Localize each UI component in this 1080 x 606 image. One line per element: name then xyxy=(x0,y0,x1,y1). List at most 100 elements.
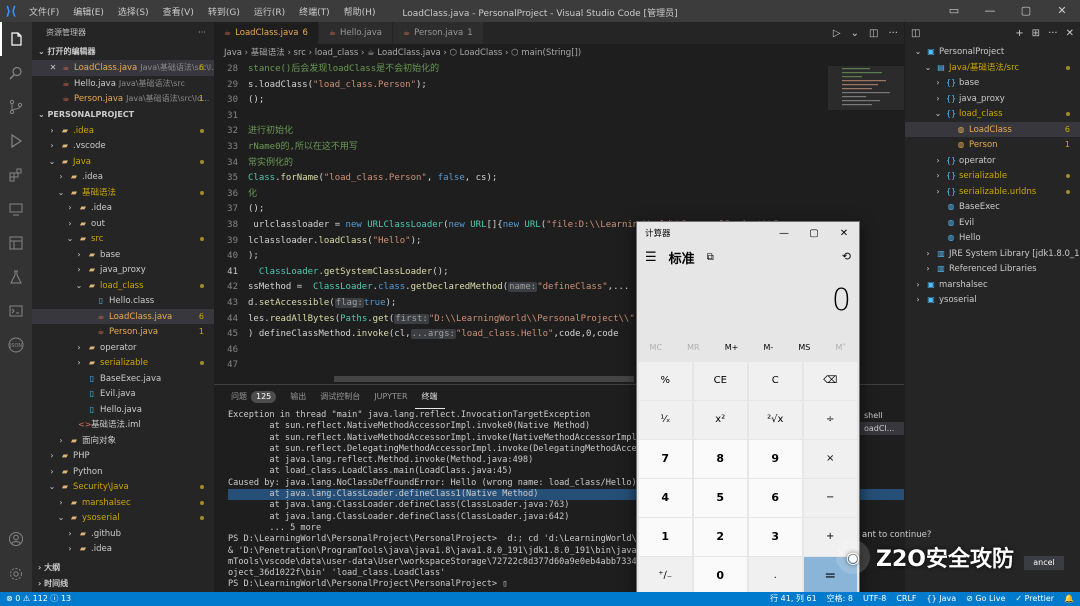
tree-item[interactable]: › ▰ operator xyxy=(32,340,214,356)
key-backspace-button[interactable]: ⌫ xyxy=(803,362,857,400)
menu-item[interactable]: 文件(F) xyxy=(22,5,66,18)
tree-item[interactable]: ⌄ ▰ Java xyxy=(32,154,214,170)
menu-item[interactable]: 选择(S) xyxy=(111,5,156,18)
status-item[interactable]: ✓ Prettier xyxy=(1015,592,1054,606)
code-line[interactable]: 30 (); xyxy=(214,93,904,109)
panel-tab[interactable]: 终端 xyxy=(414,385,445,409)
key-6-button[interactable]: 6 xyxy=(748,479,802,517)
status-item[interactable]: ⊘ Go Live xyxy=(966,592,1005,606)
code-line[interactable]: 28 stance()后会发现loadClass是不会初始化的 xyxy=(214,62,904,78)
project-tree-item[interactable]: ◍ BaseExec xyxy=(905,199,1080,215)
project-tree-item[interactable]: › {} operator xyxy=(905,153,1080,169)
key-9-button[interactable]: 9 xyxy=(748,440,802,478)
key-negate-button[interactable]: ⁺∕₋ xyxy=(638,557,692,595)
tree-item[interactable]: ⌄ ▰ ysoserial xyxy=(32,510,214,526)
close-icon[interactable]: ✕ xyxy=(48,60,58,76)
timeline-header[interactable]: › 时间线 xyxy=(32,576,214,592)
tree-item[interactable]: ▯ BaseExec.java xyxy=(32,371,214,387)
tree-item[interactable]: › ▰ .idea xyxy=(32,200,214,216)
panel-close-icon[interactable]: ✕ xyxy=(1066,28,1074,39)
panel-tab[interactable]: 调试控制台 xyxy=(313,385,367,409)
key-subtract-button[interactable]: − xyxy=(803,479,857,517)
terminal-list-item[interactable]: shell xyxy=(858,409,904,422)
project-tree-item[interactable]: › {} serializable xyxy=(905,168,1080,184)
terminal-view-icon[interactable] xyxy=(0,294,32,328)
outline-header[interactable]: › 大纲 xyxy=(32,560,214,576)
settings-gear-icon[interactable] xyxy=(0,557,32,591)
cancel-button[interactable]: ancel xyxy=(1024,556,1064,570)
tree-item[interactable]: <>基础语法.iml xyxy=(32,417,214,433)
key-5-button[interactable]: 5 xyxy=(693,479,747,517)
code-line[interactable]: 34 常实例化的 xyxy=(214,156,904,172)
more-actions-icon[interactable]: ··· xyxy=(198,22,206,44)
tree-item[interactable]: › ▰ .github xyxy=(32,526,214,542)
status-item[interactable]: 行 41, 列 61 xyxy=(770,592,817,606)
key-decimal-button[interactable]: . xyxy=(748,557,802,595)
key-3-button[interactable]: 3 xyxy=(748,518,802,556)
layout-icon[interactable]: ⊞ xyxy=(1032,28,1040,39)
memory-mc-button[interactable]: MC xyxy=(650,343,663,352)
extensions-icon[interactable] xyxy=(0,158,32,192)
project-tree-item[interactable]: ◍ Person 1 xyxy=(905,137,1080,153)
key-multiply-button[interactable]: × xyxy=(803,440,857,478)
key-reciprocal-button[interactable]: ¹⁄ₓ xyxy=(638,401,692,439)
tree-item[interactable]: › ▰ Python xyxy=(32,464,214,480)
tree-item[interactable]: › ▰ serializable xyxy=(32,355,214,371)
tree-item[interactable]: › ▰ out xyxy=(32,216,214,232)
panel-tab[interactable]: 输出 xyxy=(283,385,313,409)
calculator-minimize-button[interactable]: — xyxy=(769,228,799,239)
tree-item[interactable]: › ▰ .idea xyxy=(32,123,214,139)
open-editor-item[interactable]: ✕ ☕ LoadClass.java Java\基础语法\src\l... 6 xyxy=(32,60,214,76)
key-square-root-button[interactable]: ²√x xyxy=(748,401,802,439)
tree-item[interactable]: › ▰ PHP xyxy=(32,448,214,464)
calculator-maximize-button[interactable]: ▢ xyxy=(799,228,829,239)
tree-item[interactable]: ⌄ ▰ src xyxy=(32,231,214,247)
hamburger-menu-icon[interactable]: ☰ xyxy=(645,250,657,265)
memory-mplus-button[interactable]: M+ xyxy=(725,343,739,352)
project-tree-item[interactable]: › ▣ ysoserial xyxy=(905,292,1080,308)
code-line[interactable]: 31 xyxy=(214,109,904,125)
minimize-button[interactable]: — xyxy=(972,0,1008,22)
code-line[interactable]: 36 化 xyxy=(214,187,904,203)
key-2-button[interactable]: 2 xyxy=(693,518,747,556)
breadcrumb[interactable]: Java › 基础语法 › src › load_class › ☕ LoadC… xyxy=(214,44,904,62)
account-icon[interactable] xyxy=(0,522,32,556)
project-tree-item[interactable]: › {} serializable.urldns xyxy=(905,184,1080,200)
key-0-button[interactable]: 0 xyxy=(693,557,747,595)
project-tree-item[interactable]: › ▥ Referenced Libraries xyxy=(905,261,1080,277)
menu-item[interactable]: 转到(G) xyxy=(201,5,247,18)
key-7-button[interactable]: 7 xyxy=(638,440,692,478)
key-1-button[interactable]: 1 xyxy=(638,518,692,556)
key-clear-entry-button[interactable]: CE xyxy=(693,362,747,400)
tree-item[interactable]: ⌄ ▰ Security\Java xyxy=(32,479,214,495)
key-clear-button[interactable]: C xyxy=(748,362,802,400)
keep-on-top-icon[interactable]: ⧉ xyxy=(707,252,714,263)
search-icon[interactable] xyxy=(0,56,32,90)
menu-item[interactable]: 运行(R) xyxy=(247,5,292,18)
project-tree-item[interactable]: › {} base xyxy=(905,75,1080,91)
code-line[interactable]: 33 rName0的,所以在这不用写 xyxy=(214,140,904,156)
json-icon[interactable]: JSON xyxy=(0,328,32,362)
open-editor-item[interactable]: ☕ Person.java Java\基础语法\src\lo... 1 xyxy=(32,91,214,107)
project-tree-item[interactable]: › ▥ JRE System Library [jdk1.8.0_1 xyxy=(905,246,1080,262)
project-tree-item[interactable]: › ▣ marshalsec xyxy=(905,277,1080,293)
tree-item[interactable]: ▯ Evil.java xyxy=(32,386,214,402)
code-line[interactable]: 32 进行初始化 xyxy=(214,124,904,140)
status-item[interactable]: UTF-8 xyxy=(863,592,886,606)
open-editor-item[interactable]: ☕ Hello.java Java\基础语法\src xyxy=(32,76,214,92)
tree-item[interactable]: › ▰ .idea xyxy=(32,169,214,185)
calculator-close-button[interactable]: ✕ xyxy=(829,228,859,239)
tab-person-java[interactable]: ☕ Person.java 1 xyxy=(392,22,484,44)
project-tree-item[interactable]: ◍ Hello xyxy=(905,230,1080,246)
add-icon[interactable]: + xyxy=(1015,28,1023,39)
panel-tab[interactable]: JUPYTER xyxy=(367,385,414,409)
tree-item[interactable]: › ▰ .idea xyxy=(32,541,214,557)
memory-mlist-button[interactable]: M˅ xyxy=(835,343,846,352)
code-line[interactable]: 29 s.loadClass("load_class.Person"); xyxy=(214,78,904,94)
tree-item[interactable]: ⌄ ▰ 基础语法 xyxy=(32,185,214,201)
maximize-button[interactable]: ▢ xyxy=(1008,0,1044,22)
tree-item[interactable]: › ▰ java_proxy xyxy=(32,262,214,278)
memory-mr-button[interactable]: MR xyxy=(687,343,699,352)
close-button[interactable]: ✕ xyxy=(1044,0,1080,22)
tree-item[interactable]: ▯ Hello.java xyxy=(32,402,214,418)
